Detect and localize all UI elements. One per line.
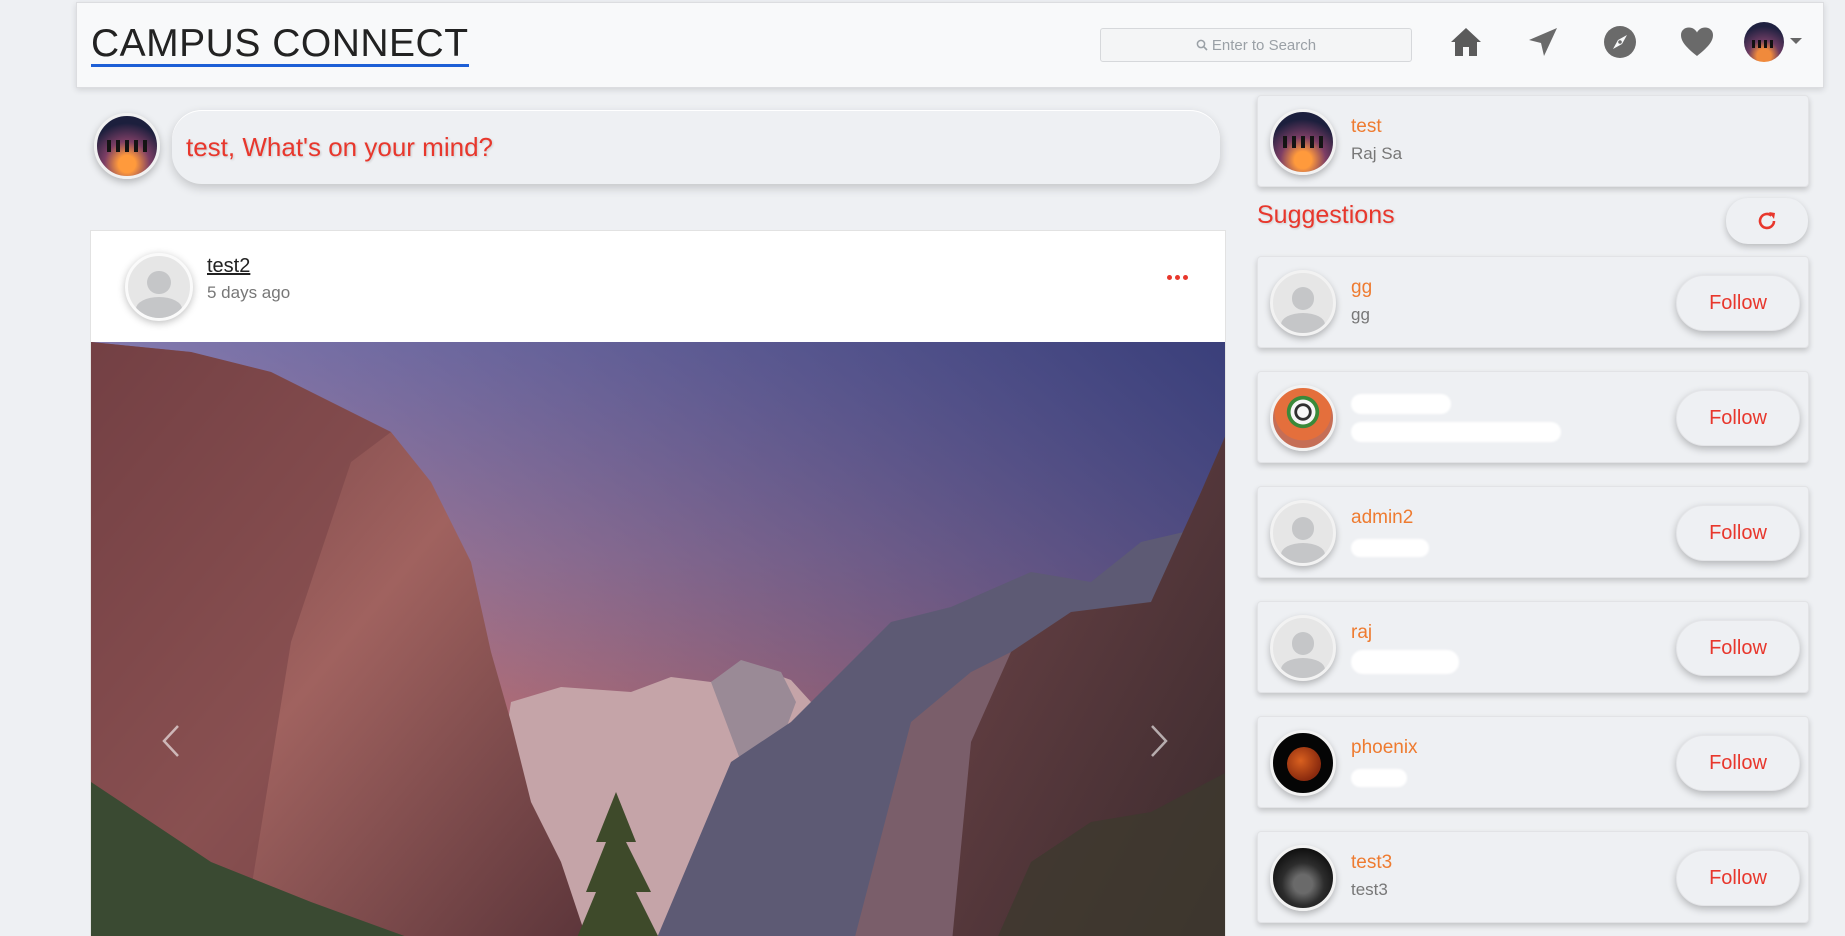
search-icon [1196,39,1208,51]
send-icon[interactable] [1524,23,1562,61]
composer-prompt: test, What's on your mind? [186,131,493,162]
suggestion-username[interactable]: gg [1351,277,1372,299]
suggestion-username[interactable]: phoenix [1351,737,1418,759]
redacted-fullname [1351,422,1561,442]
redacted-username [1351,394,1451,414]
suggestion-username[interactable]: admin2 [1351,507,1413,529]
profile-card: test Raj Sa [1257,95,1809,187]
refresh-button[interactable] [1726,198,1808,244]
suggestion-item: admin2 Follow [1257,486,1809,578]
suggestion-fullname: test3 [1351,880,1388,899]
suggestion-avatar[interactable] [1270,845,1336,911]
create-post-input[interactable]: test, What's on your mind? [172,110,1220,184]
brand-logo[interactable]: CAMPUS CONNECT [91,24,469,67]
suggestion-avatar[interactable] [1270,385,1336,451]
suggestion-item: raj Follow [1257,601,1809,693]
profile-username[interactable]: test [1351,116,1382,138]
suggestion-avatar[interactable] [1270,730,1336,796]
profile-fullname: Raj Sa [1351,144,1403,163]
post-card: test2 5 days ago [90,230,1226,936]
suggestion-item: phoenix Follow [1257,716,1809,808]
suggestion-avatar[interactable] [1270,500,1336,566]
explore-icon[interactable] [1601,23,1639,61]
post-image [91,342,1225,936]
redacted-fullname [1351,650,1459,674]
search-placeholder: Enter to Search [1211,36,1317,54]
home-icon[interactable] [1447,23,1485,61]
user-avatar[interactable] [1744,22,1784,62]
follow-button[interactable]: Follow [1676,390,1800,446]
suggestions-title: Suggestions [1257,201,1395,229]
suggestion-username[interactable]: raj [1351,622,1372,644]
refresh-icon [1758,212,1776,230]
suggestion-item: gg gg Follow [1257,256,1809,348]
composer-avatar [94,113,160,179]
profile-avatar[interactable] [1270,109,1336,175]
chevron-down-icon[interactable] [1790,38,1802,44]
suggestion-username[interactable]: test3 [1351,852,1392,874]
redacted-fullname [1351,539,1429,557]
more-options-icon[interactable] [1167,275,1188,280]
follow-button[interactable]: Follow [1676,850,1800,906]
follow-button[interactable]: Follow [1676,275,1800,331]
suggestion-item: test3 test3 Follow [1257,831,1809,923]
redacted-fullname [1351,769,1407,787]
heart-icon[interactable] [1678,23,1716,61]
carousel-next-icon[interactable] [1139,701,1179,781]
post-author-name[interactable]: test2 [207,255,250,278]
suggestion-avatar[interactable] [1270,615,1336,681]
navbar: CAMPUS CONNECT Enter to Search [76,2,1824,88]
follow-button[interactable]: Follow [1676,735,1800,791]
follow-button[interactable]: Follow [1676,505,1800,561]
search-input[interactable]: Enter to Search [1100,28,1412,62]
follow-button[interactable]: Follow [1676,620,1800,676]
post-author-avatar[interactable] [125,253,193,321]
suggestion-fullname: gg [1351,305,1370,324]
suggestion-avatar[interactable] [1270,270,1336,336]
carousel-prev-icon[interactable] [151,701,191,781]
suggestion-item: Follow [1257,371,1809,463]
post-timestamp: 5 days ago [207,283,291,302]
